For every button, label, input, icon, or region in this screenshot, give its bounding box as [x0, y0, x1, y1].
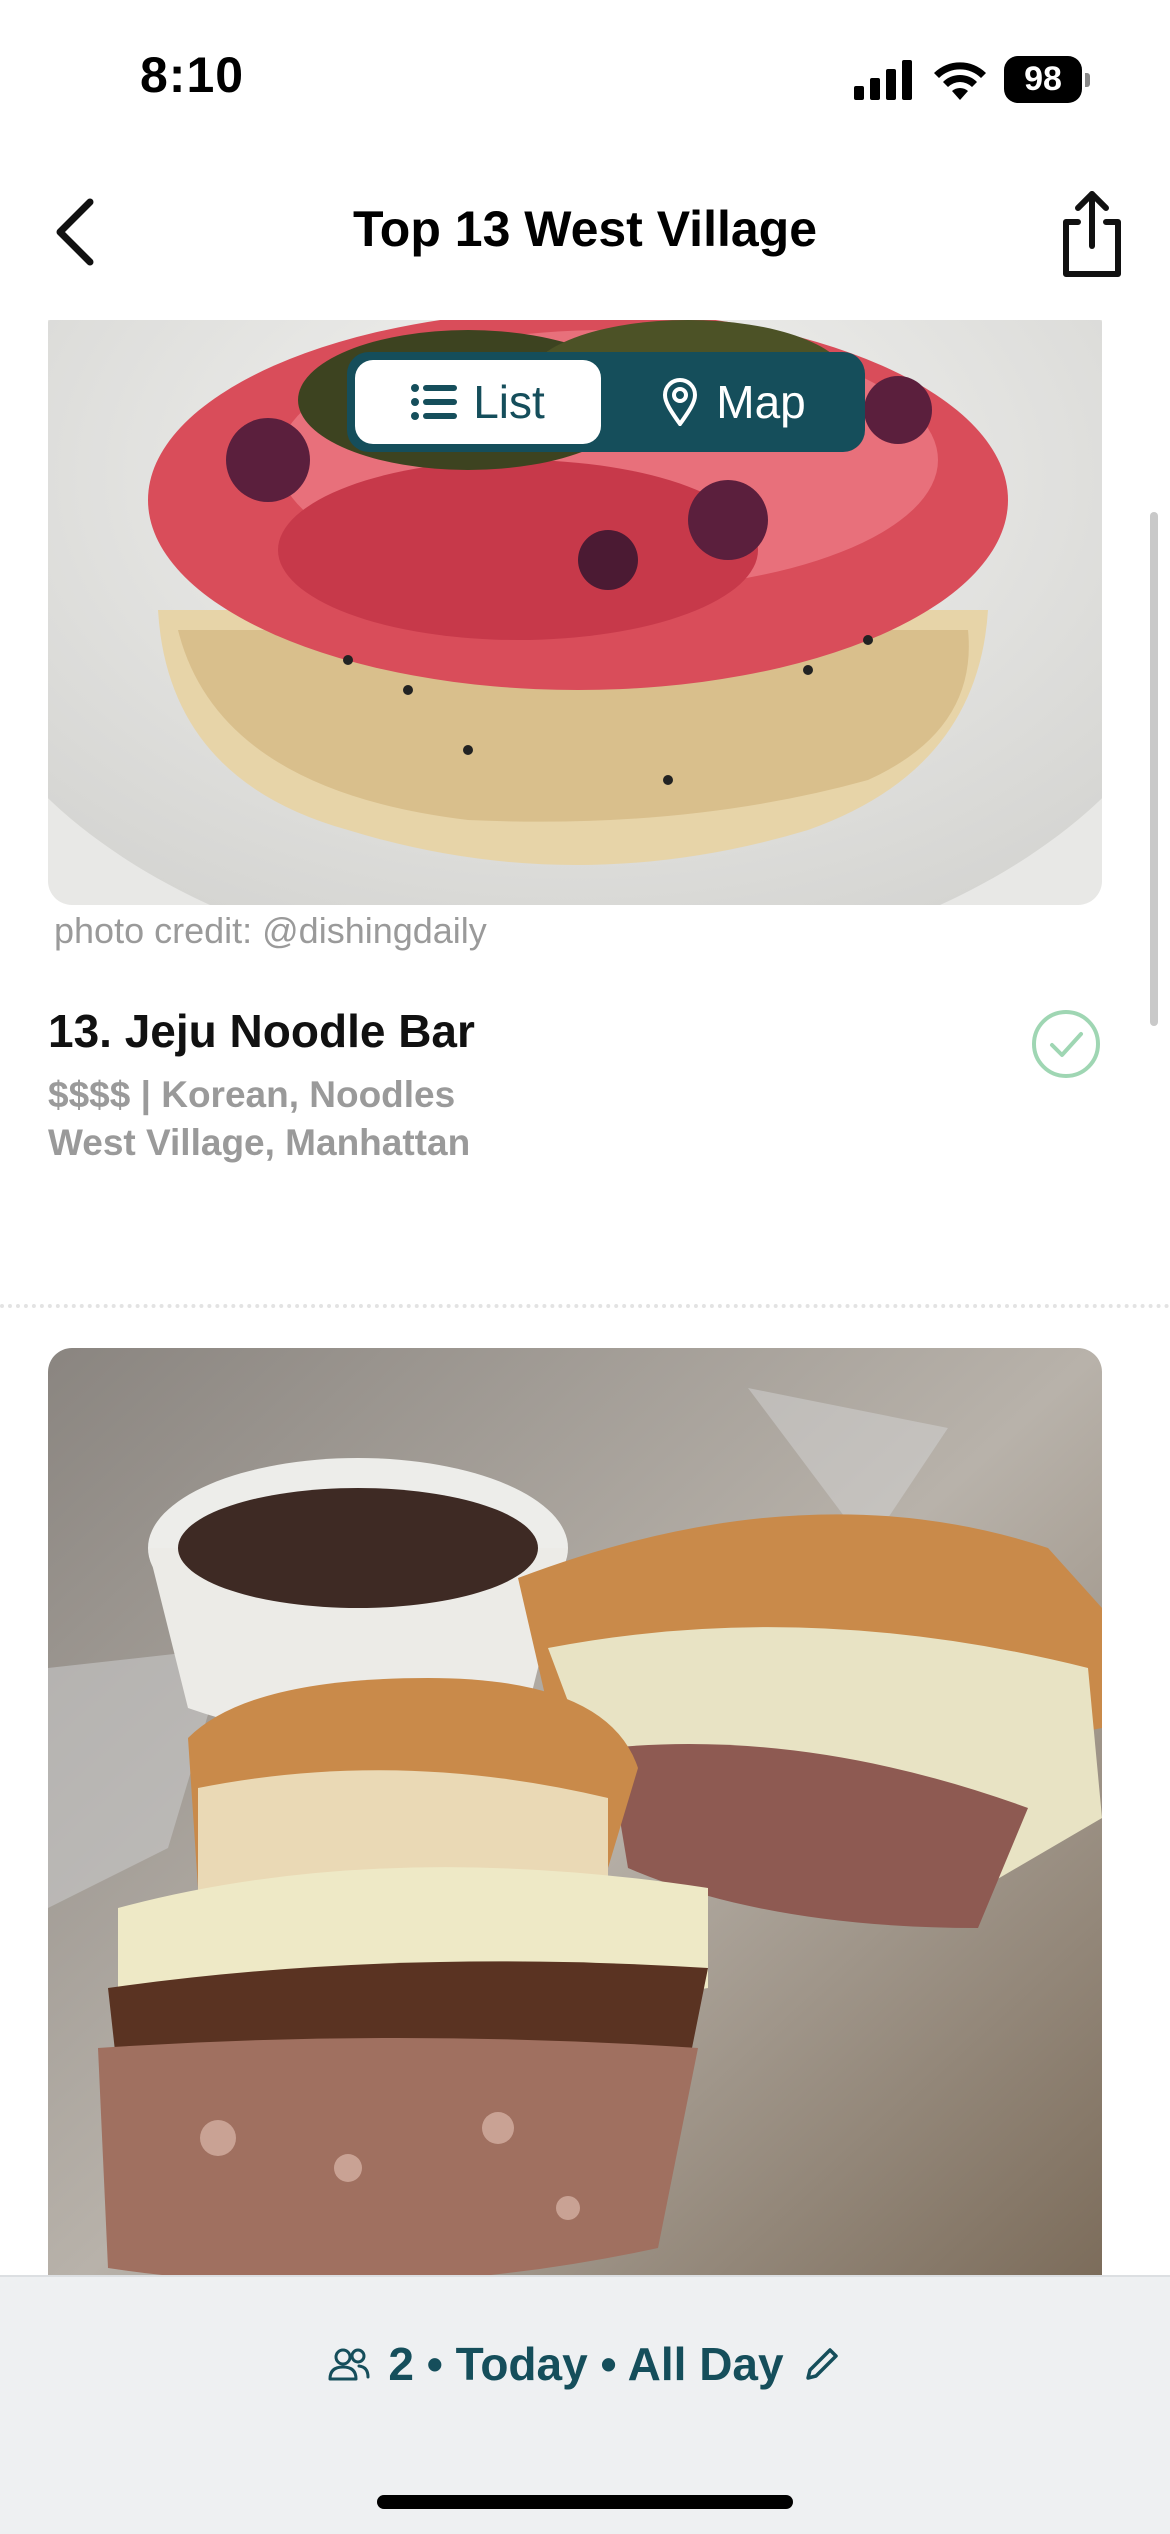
nav-bar: Top 13 West Village	[0, 150, 1170, 320]
map-pin-icon	[663, 378, 698, 426]
visited-toggle[interactable]	[1030, 1008, 1102, 1080]
battery-nub	[1085, 72, 1090, 87]
map-view-label: Map	[716, 376, 806, 428]
photo-credit: photo credit: @dishingdaily	[54, 910, 487, 951]
bottom-bar: 2 • Today • All Day	[0, 2275, 1170, 2534]
list-view-label: List	[473, 376, 545, 428]
check-circle-icon	[1032, 1010, 1100, 1078]
share-button[interactable]	[1052, 188, 1132, 282]
pencil-icon	[805, 2348, 838, 2380]
restaurant-name[interactable]: 13. Jeju Noodle Bar	[48, 1004, 475, 1058]
scrollbar[interactable]	[1150, 512, 1158, 1026]
reservation-text: 2 • Today • All Day	[388, 2338, 784, 2390]
restaurant-meta: $$$$ | Korean, Noodles	[48, 1074, 456, 1115]
battery-indicator: 98	[1004, 56, 1090, 103]
share-icon	[1063, 191, 1121, 277]
list-divider	[0, 1304, 1170, 1308]
wifi-icon	[934, 61, 986, 100]
map-view-button[interactable]: Map	[611, 360, 857, 444]
home-indicator	[377, 2495, 793, 2509]
view-toggle: List Map	[347, 352, 865, 452]
reservation-summary[interactable]: 2 • Today • All Day	[0, 2337, 1170, 2391]
restaurant-photo[interactable]	[48, 1348, 1102, 2275]
page-title: Top 13 West Village	[352, 201, 818, 257]
list-icon	[411, 384, 458, 420]
dish-photo-sandwich	[48, 1348, 1102, 2275]
people-icon	[328, 2348, 370, 2381]
list-view-button[interactable]: List	[355, 360, 601, 444]
status-bar: 8:10 98	[0, 0, 1170, 150]
cellular-icon	[854, 59, 912, 100]
status-time: 8:10	[140, 47, 245, 103]
restaurant-list[interactable]: List Map photo credit: @dishingdaily 13.…	[0, 320, 1170, 2275]
status-icons: 98	[854, 56, 1090, 103]
battery-level: 98	[1004, 56, 1082, 103]
restaurant-location: West Village, Manhattan	[48, 1122, 471, 1163]
